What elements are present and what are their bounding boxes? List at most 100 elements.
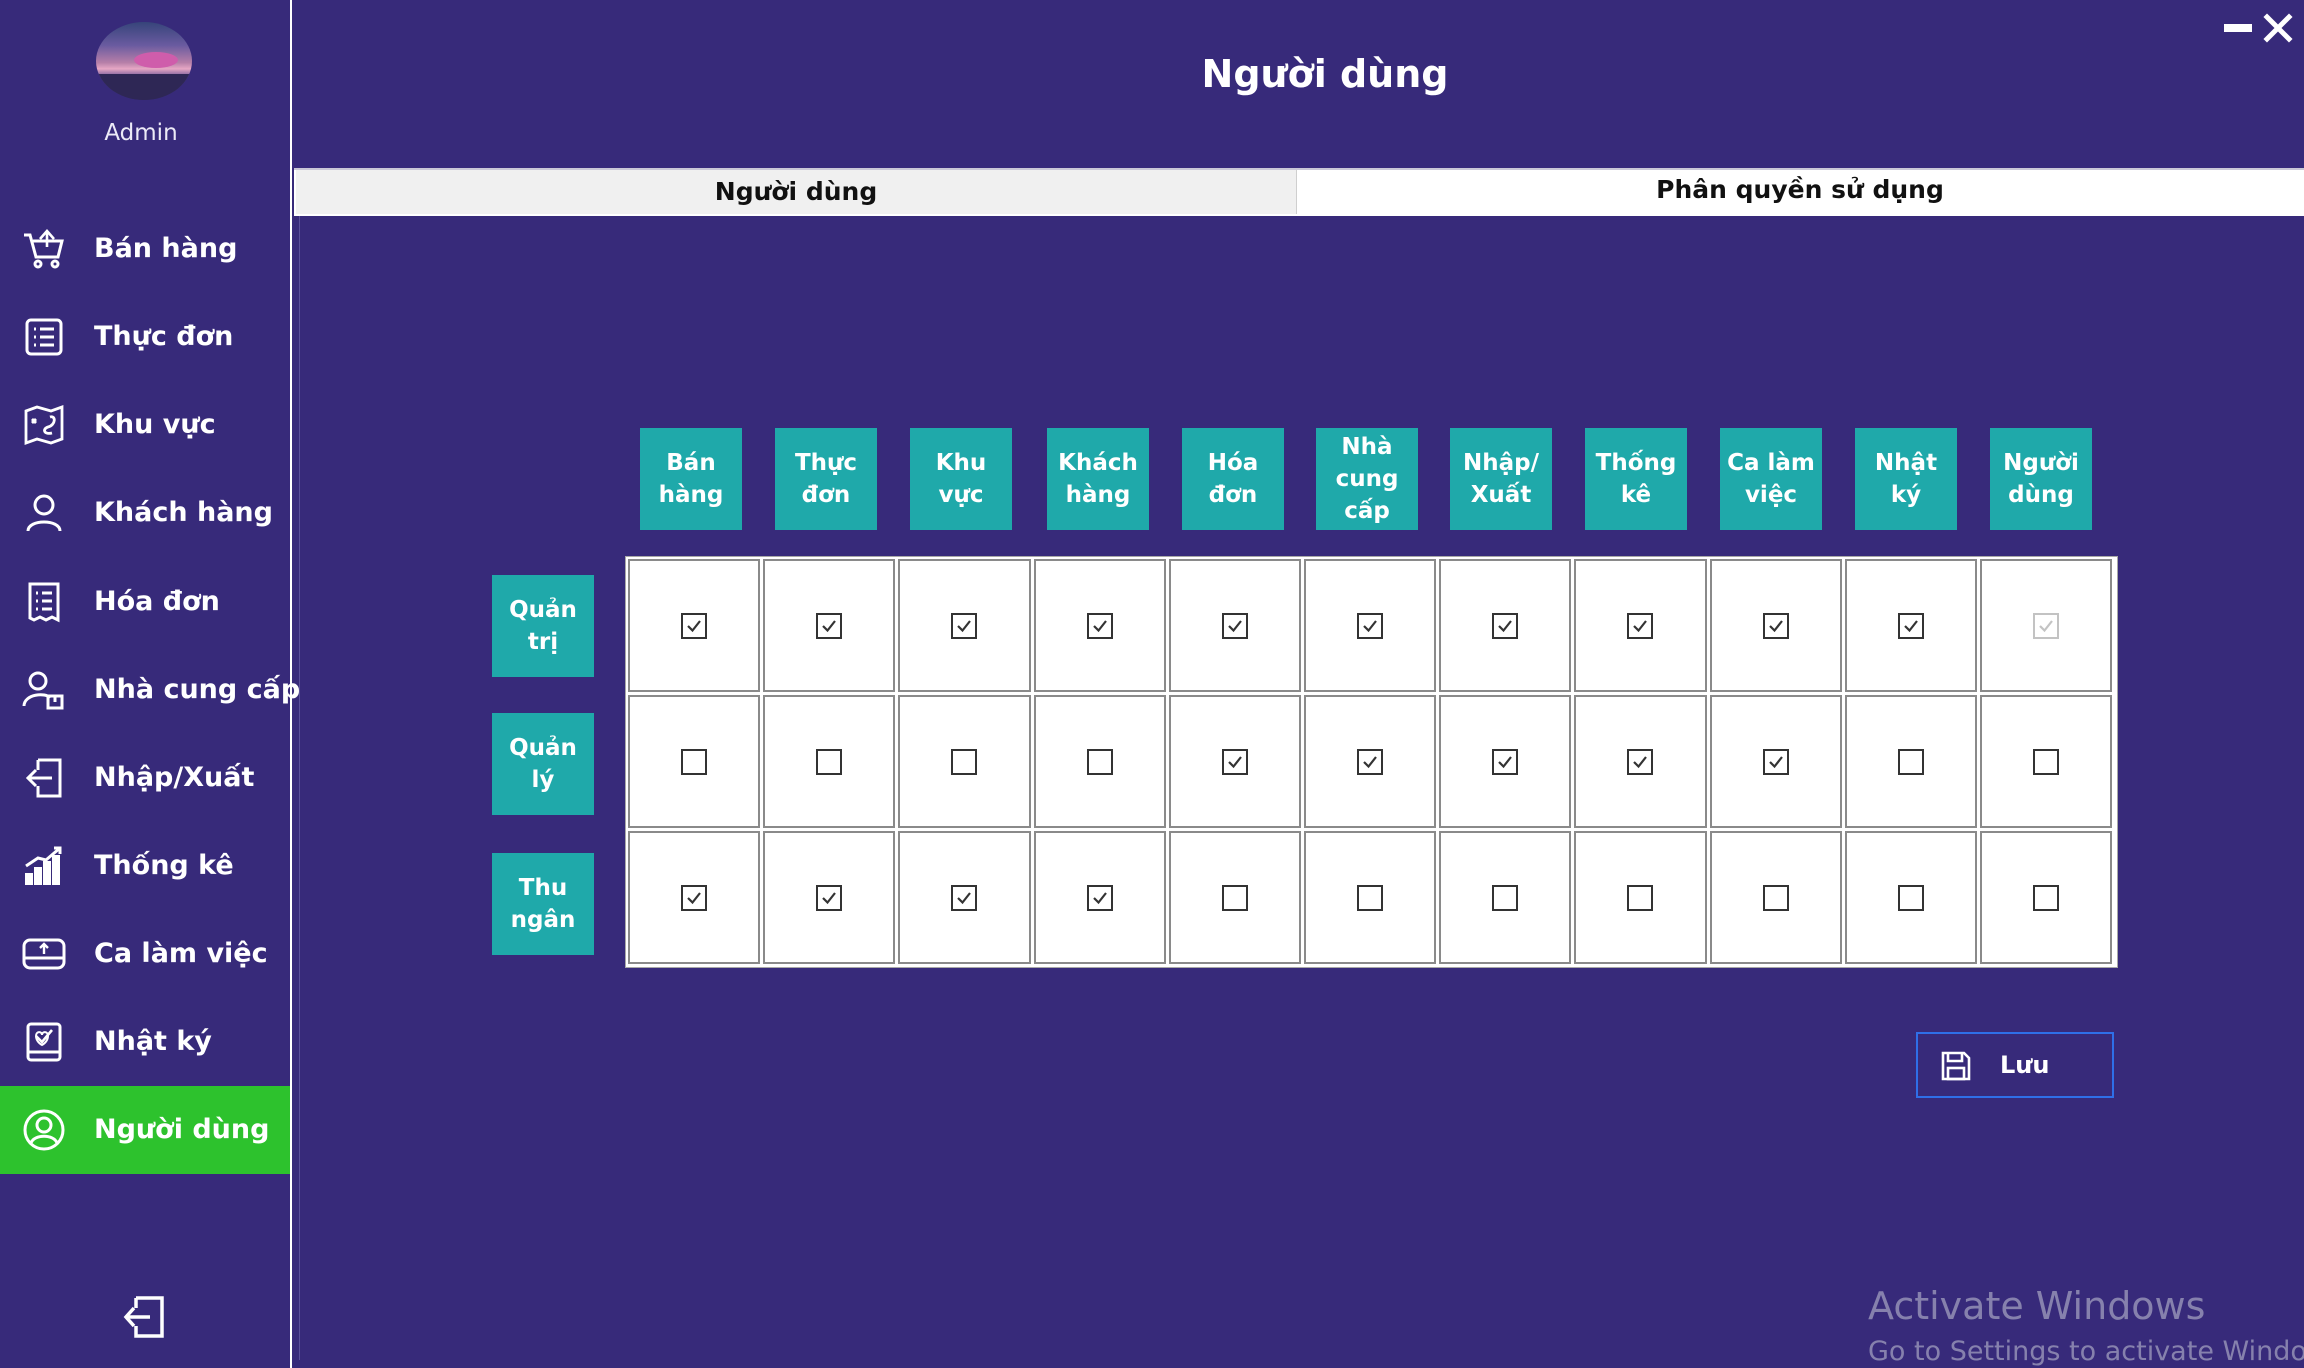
checkbox-checked[interactable] <box>1627 612 1654 639</box>
sidebar-item-label: Nhập/Xuất <box>94 762 255 793</box>
sidebar-item-6[interactable]: Nhập/Xuất <box>0 734 290 822</box>
permission-cell <box>1574 695 1707 828</box>
permission-cell <box>898 695 1031 828</box>
row-header: Quản lý <box>492 713 594 815</box>
permission-cell <box>1709 695 1842 828</box>
logout-icon[interactable] <box>120 1292 170 1342</box>
sidebar-item-label: Hóa đơn <box>94 586 220 617</box>
sidebar-item-1[interactable]: Thực đơn <box>0 293 290 381</box>
checkbox-checked[interactable] <box>1086 612 1113 639</box>
save-icon <box>1940 1050 1972 1082</box>
permission-grid <box>625 556 2118 968</box>
row-header: Quản trị <box>492 575 594 677</box>
checkbox-checked[interactable] <box>1221 748 1248 775</box>
checkbox-checked[interactable] <box>681 884 708 911</box>
checkbox-checked[interactable] <box>1762 612 1789 639</box>
tab-nguoi-dung[interactable]: Người dùng <box>296 170 1297 214</box>
checkbox-checked[interactable] <box>1357 748 1384 775</box>
shift-icon <box>22 932 66 976</box>
user-name: Admin <box>104 120 178 146</box>
checkbox-unchecked[interactable] <box>951 748 978 775</box>
checkbox-unchecked[interactable] <box>1492 884 1519 911</box>
checkbox-unchecked[interactable] <box>1897 884 1924 911</box>
permission-cell <box>1980 559 2113 692</box>
permission-cell <box>763 695 896 828</box>
sidebar: Admin Bán hàng Thực đơn Khu vực Khách hàng H… <box>0 0 300 1368</box>
sidebar-item-9[interactable]: Nhật ký <box>0 998 290 1086</box>
sidebar-item-label: Nhà cung cấp <box>94 674 301 705</box>
checkbox-checked[interactable] <box>951 884 978 911</box>
menu-list-icon <box>22 315 66 359</box>
checkbox-checked[interactable] <box>1492 612 1519 639</box>
journal-icon <box>22 1020 66 1064</box>
sidebar-item-10[interactable]: Người dùng <box>0 1086 290 1174</box>
permission-cell <box>1709 559 1842 692</box>
page-title: Người dùng <box>1201 52 1449 96</box>
checkbox-checked[interactable] <box>1086 884 1113 911</box>
column-header: Bán hàng <box>640 428 742 530</box>
permission-cell <box>898 559 1031 692</box>
save-button[interactable]: Lưu <box>1916 1032 2114 1098</box>
sidebar-item-4[interactable]: Hóa đơn <box>0 558 290 646</box>
close-icon[interactable] <box>2262 12 2294 44</box>
sidebar-item-8[interactable]: Ca làm việc <box>0 910 290 998</box>
checkbox-checked[interactable] <box>1492 748 1519 775</box>
checkbox-unchecked[interactable] <box>681 748 708 775</box>
activate-windows-hint: Go to Settings to activate Windows. <box>1868 1336 2304 1367</box>
permission-cell <box>1033 559 1166 692</box>
permission-cell <box>1709 831 1842 964</box>
checkbox-checked[interactable] <box>1762 748 1789 775</box>
permission-cell <box>1574 559 1707 692</box>
tab-phan-quyen[interactable]: Phân quyền sử dụng <box>1298 170 2302 214</box>
invoice-icon <box>22 580 66 624</box>
sidebar-item-label: Nhật ký <box>94 1026 212 1057</box>
permission-cell <box>628 831 761 964</box>
permission-cell <box>1439 695 1572 828</box>
sidebar-item-label: Ca làm việc <box>94 938 268 969</box>
checkbox-unchecked[interactable] <box>816 748 843 775</box>
permission-cell <box>763 559 896 692</box>
permission-cell <box>628 559 761 692</box>
checkbox-unchecked[interactable] <box>1357 884 1384 911</box>
permission-cell <box>1168 559 1301 692</box>
checkbox-unchecked[interactable] <box>1762 884 1789 911</box>
checkbox-unchecked[interactable] <box>1221 884 1248 911</box>
checkbox-checked[interactable] <box>1221 612 1248 639</box>
checkbox-checked[interactable] <box>951 612 978 639</box>
checkbox-unchecked[interactable] <box>1627 884 1654 911</box>
checkbox-checked[interactable] <box>681 612 708 639</box>
avatar[interactable] <box>96 22 192 100</box>
permission-cell <box>1439 831 1572 964</box>
checkbox-unchecked[interactable] <box>1897 748 1924 775</box>
checkbox-checked[interactable] <box>1627 748 1654 775</box>
column-header: Nhập/ Xuất <box>1450 428 1552 530</box>
permission-cell <box>1033 695 1166 828</box>
chart-icon <box>22 844 66 888</box>
sidebar-item-0[interactable]: Bán hàng <box>0 205 290 293</box>
sidebar-item-5[interactable]: Nhà cung cấp <box>0 646 300 734</box>
checkbox-checked <box>2033 612 2060 639</box>
permission-cell <box>1439 559 1572 692</box>
sidebar-item-3[interactable]: Khách hàng <box>0 469 290 557</box>
permission-cell <box>628 695 761 828</box>
column-header: Khách hàng <box>1047 428 1149 530</box>
sidebar-item-label: Khách hàng <box>94 497 273 528</box>
minimize-icon[interactable] <box>2224 24 2252 32</box>
checkbox-checked[interactable] <box>816 884 843 911</box>
permission-cell <box>1168 695 1301 828</box>
checkbox-unchecked[interactable] <box>2033 884 2060 911</box>
permission-cell <box>1304 559 1437 692</box>
checkbox-checked[interactable] <box>816 612 843 639</box>
checkbox-checked[interactable] <box>1357 612 1384 639</box>
tab-bar: Người dùng Phân quyền sử dụng <box>294 168 2304 216</box>
checkbox-unchecked[interactable] <box>2033 748 2060 775</box>
checkbox-checked[interactable] <box>1897 612 1924 639</box>
checkbox-unchecked[interactable] <box>1086 748 1113 775</box>
permission-cell <box>1033 831 1166 964</box>
permission-cell <box>1844 559 1977 692</box>
sidebar-item-7[interactable]: Thống kê <box>0 822 290 910</box>
permission-cell <box>1304 831 1437 964</box>
permission-cell <box>1980 695 2113 828</box>
sidebar-item-2[interactable]: Khu vực <box>0 381 290 469</box>
sidebar-item-label: Thực đơn <box>94 321 234 352</box>
